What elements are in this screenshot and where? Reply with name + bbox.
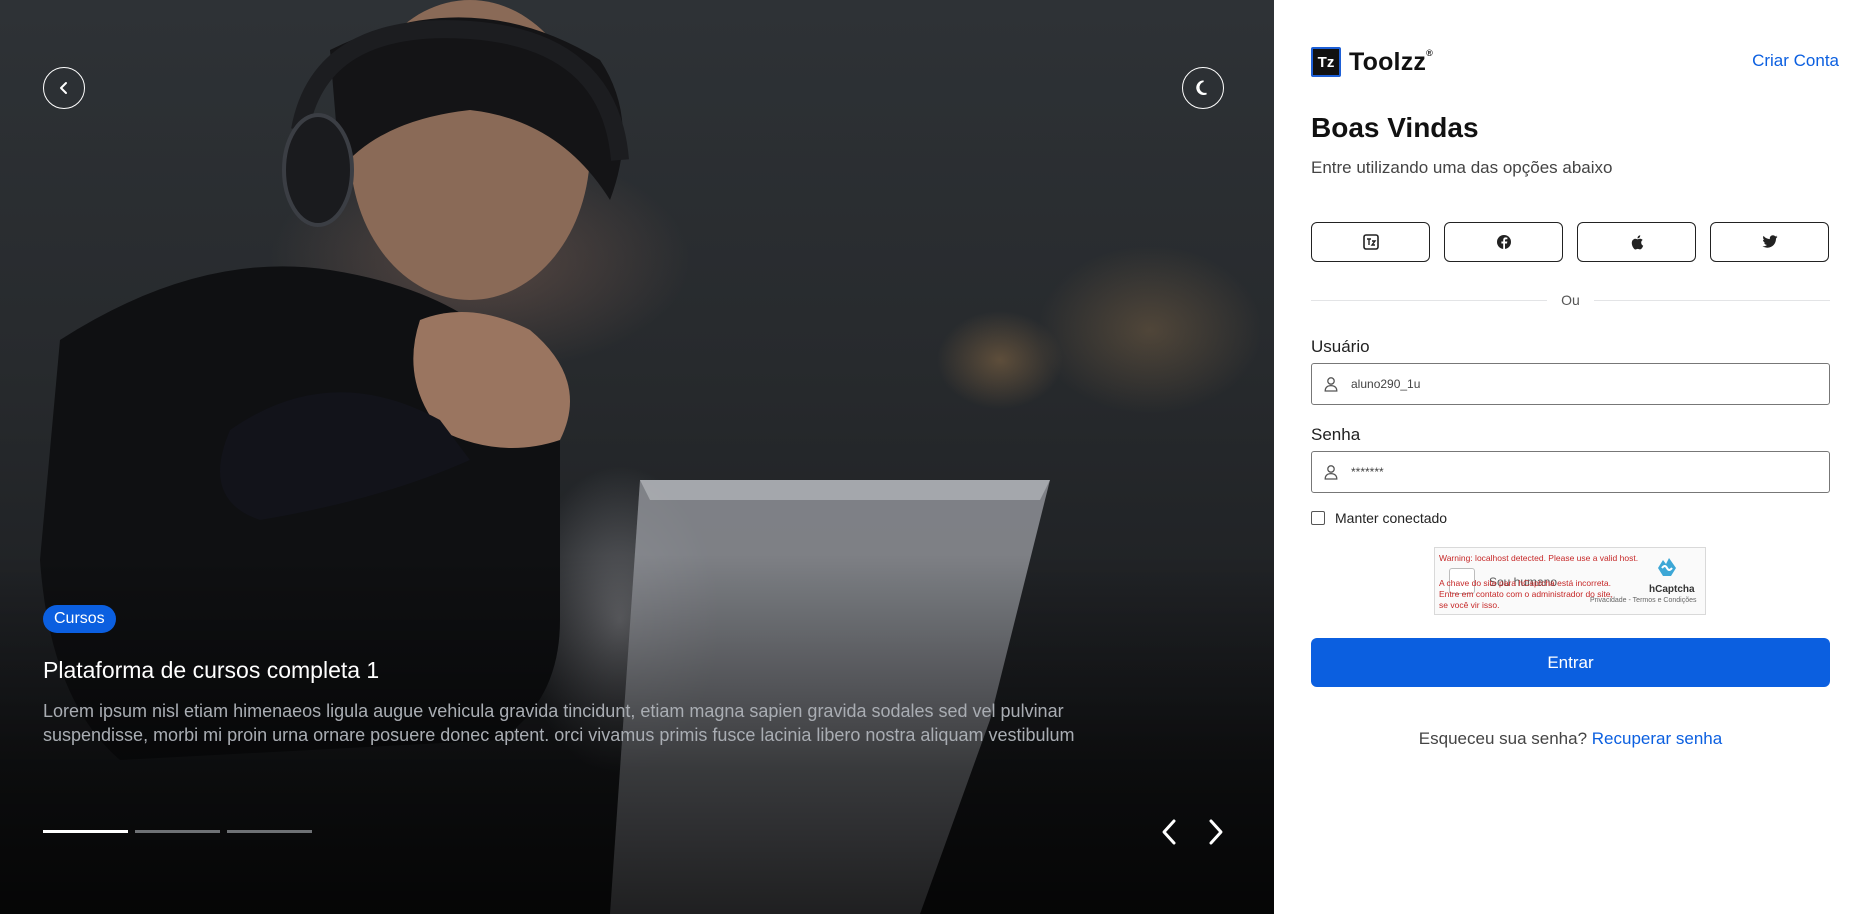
divider-text: Ou (1561, 292, 1580, 308)
username-field[interactable] (1311, 363, 1830, 405)
page-subtitle: Entre utilizando uma das opções abaixo (1311, 158, 1613, 177)
forgot-password: Esqueceu sua senha? Recuperar senha (1311, 729, 1830, 749)
username-input[interactable] (1349, 376, 1813, 392)
slide-indicator-3[interactable] (227, 830, 312, 833)
remember-me-checkbox[interactable] (1311, 511, 1325, 525)
apple-login-button[interactable] (1577, 222, 1696, 262)
captcha-error: A chave do site para hCaptcha está incor… (1439, 578, 1613, 610)
captcha-brand: hCaptcha (1649, 584, 1695, 595)
logo-mark-letters: Tz (1317, 53, 1335, 71)
carousel-prev-button[interactable] (1154, 815, 1184, 849)
recover-password-link[interactable]: Recuperar senha (1592, 729, 1722, 748)
captcha-terms[interactable]: Privacidade - Termos e Condições (1590, 597, 1696, 604)
user-icon (1323, 375, 1339, 393)
registered-mark: ® (1426, 47, 1433, 58)
hcaptcha-logo-icon (1658, 558, 1676, 576)
login-button[interactable]: Entrar (1311, 638, 1830, 687)
username-label: Usuário (1311, 337, 1370, 356)
facebook-login-button[interactable] (1444, 222, 1563, 262)
toolzz-logo-icon: Tz (1311, 47, 1341, 77)
password-input[interactable] (1349, 464, 1813, 480)
brand-name: Toolzz® (1349, 48, 1433, 77)
carousel-next-button[interactable] (1201, 815, 1231, 849)
category-badge: Cursos (43, 605, 116, 633)
create-account-link[interactable]: Criar Conta (1752, 51, 1839, 71)
brand-name-text: Toolzz (1349, 47, 1427, 76)
divider-line (1311, 299, 1548, 301)
brand-logo[interactable]: Tz Toolzz® (1311, 47, 1433, 77)
back-button[interactable] (43, 67, 85, 109)
login-panel: Tz Toolzz® Criar Conta Boas Vindas Entre… (1274, 0, 1861, 914)
facebook-icon (1496, 235, 1511, 250)
captcha-warning: Warning: localhost detected. Please use … (1439, 553, 1639, 563)
password-label: Senha (1311, 425, 1361, 444)
slide-description: Lorem ipsum nisl etiam himenaeos ligula … (43, 701, 1075, 745)
toolzz-icon (1362, 234, 1379, 250)
remember-me-label[interactable]: Manter conectado (1335, 510, 1447, 526)
remember-me: Manter conectado (1311, 510, 1447, 526)
user-icon (1323, 463, 1339, 481)
dark-mode-toggle[interactable] (1182, 67, 1224, 109)
password-field[interactable] (1311, 451, 1830, 493)
forgot-password-text: Esqueceu sua senha? (1418, 729, 1588, 748)
or-divider: Ou (1311, 290, 1830, 310)
social-login-row (1311, 222, 1829, 262)
twitter-icon (1762, 235, 1777, 248)
page-title: Boas Vindas (1311, 112, 1479, 143)
slide-title: Plataforma de cursos completa 1 (43, 657, 380, 683)
apple-icon (1631, 235, 1643, 250)
moon-icon (1196, 80, 1207, 95)
twitter-login-button[interactable] (1710, 222, 1829, 262)
chevron-left-icon (1162, 819, 1176, 845)
chevron-left-icon (60, 82, 67, 94)
slide-indicator-1[interactable] (43, 830, 128, 833)
hcaptcha-widget: Warning: localhost detected. Please use … (1434, 547, 1706, 615)
divider-line (1593, 299, 1830, 301)
slide-indicators (43, 830, 312, 833)
toolzz-login-button[interactable] (1311, 222, 1430, 262)
chevron-right-icon (1209, 819, 1223, 845)
slide-indicator-2[interactable] (135, 830, 220, 833)
hero-carousel: Cursos Plataforma de cursos completa 1 L… (0, 0, 1274, 914)
